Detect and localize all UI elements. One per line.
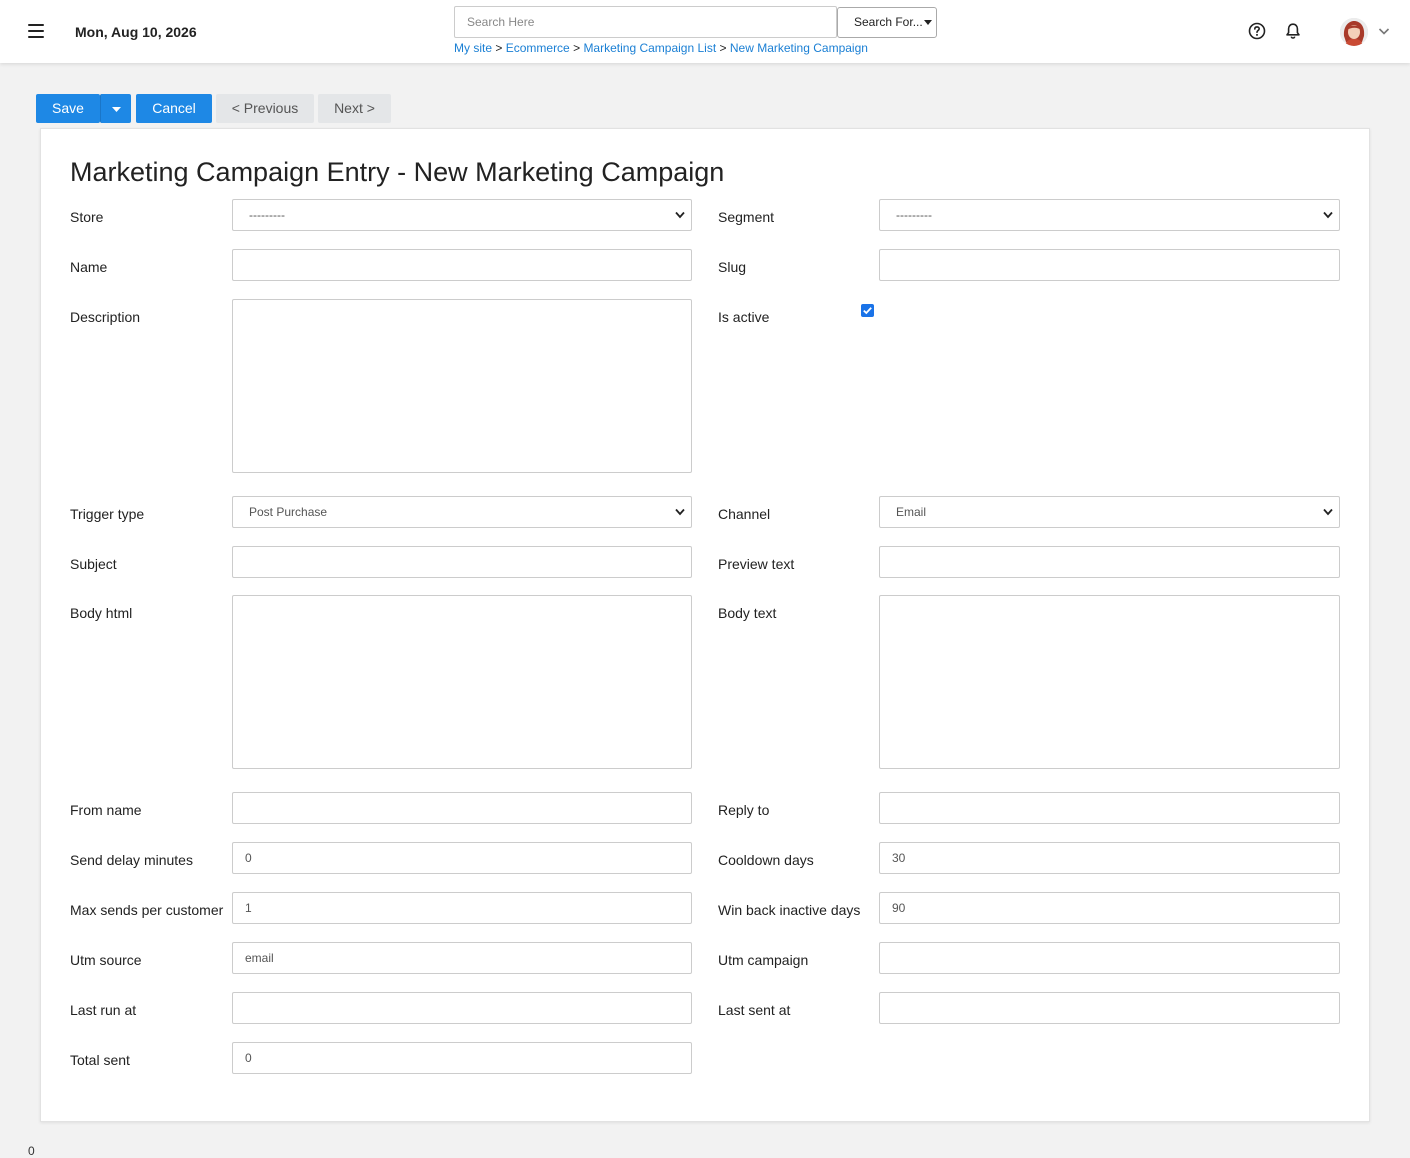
next-button[interactable]: Next > [318, 94, 391, 123]
store-select[interactable]: --------- [232, 199, 692, 231]
channel-select[interactable]: Email [879, 496, 1340, 528]
utm-source-label: Utm source [70, 952, 142, 968]
chevron-down-icon [1323, 508, 1333, 516]
help-icon[interactable] [1248, 22, 1266, 40]
notification-bell-icon[interactable] [1284, 22, 1302, 40]
send-delay-minutes-label: Send delay minutes [70, 852, 193, 868]
save-options-dropdown[interactable] [100, 94, 131, 123]
max-sends-per-customer-label: Max sends per customer [70, 902, 224, 918]
subject-label: Subject [70, 556, 117, 572]
trigger-type-value: Post Purchase [249, 505, 328, 519]
breadcrumb-campaign-list[interactable]: Marketing Campaign List [583, 41, 716, 55]
utm-campaign-label: Utm campaign [718, 952, 809, 968]
breadcrumb: My site > Ecommerce > Marketing Campaign… [454, 41, 868, 55]
body-text-textarea[interactable] [879, 595, 1340, 769]
top-bar: Mon, Aug 10, 2026 Search For... My site … [0, 0, 1410, 63]
cooldown-days-input[interactable] [879, 842, 1340, 874]
chevron-down-icon [924, 20, 932, 25]
checkmark-icon [863, 307, 872, 315]
total-sent-input[interactable] [232, 1042, 692, 1074]
max-sends-per-customer-input[interactable] [232, 892, 692, 924]
cooldown-days-label: Cooldown days [718, 852, 814, 868]
previous-button[interactable]: < Previous [216, 94, 314, 123]
is-active-label: Is active [718, 309, 770, 325]
slug-label: Slug [718, 259, 747, 275]
slug-input[interactable] [879, 249, 1340, 281]
last-run-at-label: Last run at [70, 1002, 137, 1018]
search-input[interactable] [454, 6, 837, 38]
description-textarea[interactable] [232, 299, 692, 473]
preview-text-input[interactable] [879, 546, 1340, 578]
body-html-textarea[interactable] [232, 595, 692, 769]
segment-select-value: --------- [896, 208, 932, 222]
breadcrumb-ecommerce[interactable]: Ecommerce [506, 41, 570, 55]
chevron-down-icon [1323, 211, 1333, 219]
trigger-type-label: Trigger type [70, 506, 145, 522]
name-input[interactable] [232, 249, 692, 281]
user-avatar[interactable] [1340, 18, 1368, 46]
search-for-label: Search For... [854, 15, 923, 29]
channel-label: Channel [718, 506, 771, 522]
caret-down-icon [111, 107, 121, 112]
chevron-down-icon [675, 211, 685, 219]
current-date: Mon, Aug 10, 2026 [75, 24, 197, 40]
breadcrumb-separator: > [573, 41, 581, 55]
breadcrumb-separator: > [495, 41, 503, 55]
campaign-form-card: Marketing Campaign Entry - New Marketing… [40, 128, 1370, 1122]
name-label: Name [70, 259, 108, 275]
save-button[interactable]: Save [36, 94, 100, 123]
breadcrumb-my-site[interactable]: My site [454, 41, 492, 55]
utm-source-input[interactable] [232, 942, 692, 974]
search-for-select[interactable]: Search For... [837, 7, 937, 38]
channel-value: Email [896, 505, 927, 519]
total-sent-label: Total sent [70, 1052, 130, 1068]
avatar-image-icon [1340, 18, 1368, 46]
body-text-label: Body text [718, 605, 777, 621]
store-select-value: --------- [249, 208, 285, 222]
last-sent-at-label: Last sent at [718, 1002, 791, 1018]
preview-text-label: Preview text [718, 556, 795, 572]
body-html-label: Body html [70, 605, 133, 621]
utm-campaign-input[interactable] [879, 942, 1340, 974]
segment-label: Segment [718, 209, 775, 225]
is-active-checkbox[interactable] [861, 304, 874, 317]
send-delay-minutes-input[interactable] [232, 842, 692, 874]
from-name-label: From name [70, 802, 142, 818]
win-back-inactive-days-input[interactable] [879, 892, 1340, 924]
chevron-down-icon [675, 508, 685, 516]
page-title: Marketing Campaign Entry - New Marketing… [70, 157, 725, 187]
menu-icon[interactable] [28, 24, 44, 38]
subject-input[interactable] [232, 546, 692, 578]
chevron-down-icon[interactable] [1378, 26, 1390, 36]
description-label: Description [70, 309, 141, 325]
breadcrumb-new-campaign[interactable]: New Marketing Campaign [730, 41, 868, 55]
last-run-at-input[interactable] [232, 992, 692, 1024]
breadcrumb-separator: > [719, 41, 727, 55]
segment-select[interactable]: --------- [879, 199, 1340, 231]
reply-to-input[interactable] [879, 792, 1340, 824]
win-back-inactive-days-label: Win back inactive days [718, 902, 861, 918]
trigger-type-select[interactable]: Post Purchase [232, 496, 692, 528]
cancel-button[interactable]: Cancel [136, 94, 212, 123]
last-sent-at-input[interactable] [879, 992, 1340, 1024]
reply-to-label: Reply to [718, 802, 770, 818]
store-label: Store [70, 209, 104, 225]
from-name-input[interactable] [232, 792, 692, 824]
